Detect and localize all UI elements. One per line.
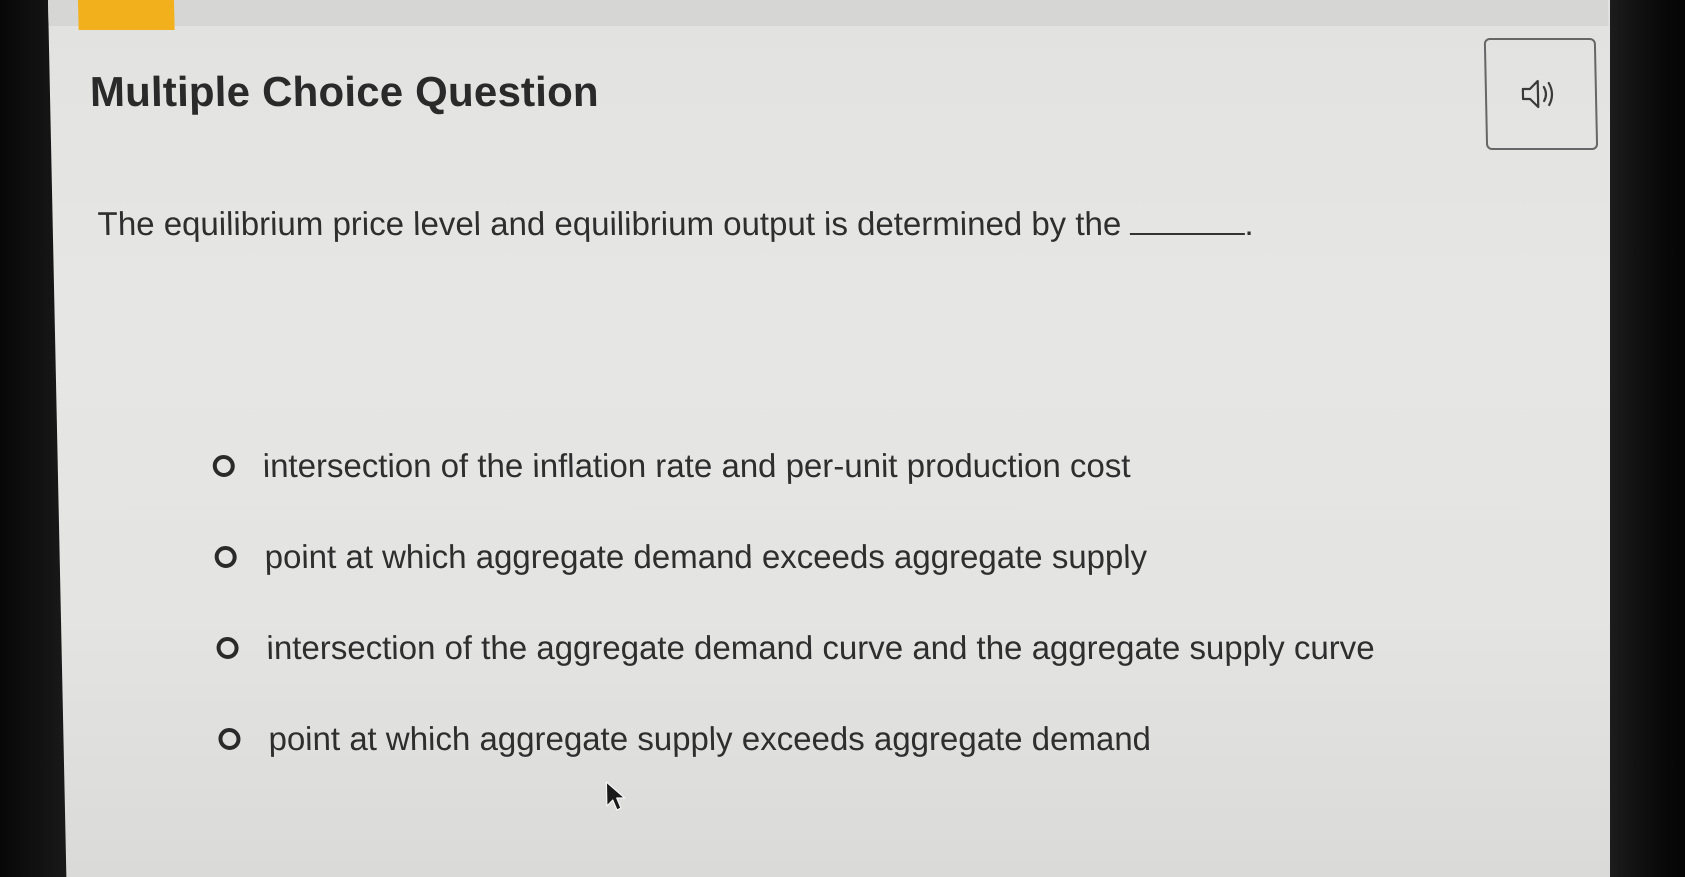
answer-options: intersection of the inflation rate and p…: [212, 420, 1378, 784]
radio-button[interactable]: [214, 545, 237, 568]
radio-button[interactable]: [212, 454, 235, 477]
question-type-heading: Multiple Choice Question: [89, 68, 600, 115]
speaker-icon: [1521, 79, 1554, 109]
answer-blank: [1129, 231, 1245, 235]
monitor-bezel-right: [1610, 0, 1685, 877]
option-label: point at which aggregate demand exceeds …: [264, 537, 1148, 575]
prompt-period: .: [1243, 205, 1254, 242]
option-label: intersection of the inflation rate and p…: [262, 446, 1131, 484]
read-aloud-button[interactable]: [1483, 38, 1599, 150]
option-label: intersection of the aggregate demand cur…: [266, 628, 1376, 666]
question-prompt-text: The equilibrium price level and equilibr…: [97, 205, 1122, 242]
answer-option-2[interactable]: point at which aggregate demand exceeds …: [214, 511, 1374, 602]
radio-button[interactable]: [216, 636, 239, 659]
answer-option-4[interactable]: point at which aggregate supply exceeds …: [218, 693, 1378, 784]
option-label: point at which aggregate supply exceeds …: [268, 719, 1152, 757]
question-panel: Multiple Choice Question The equilibrium…: [48, 0, 1649, 877]
answer-option-1[interactable]: intersection of the inflation rate and p…: [212, 420, 1372, 511]
mouse-pointer-icon: [605, 781, 626, 811]
top-strip: [48, 0, 1609, 26]
question-prompt: The equilibrium price level and equilibr…: [97, 205, 1254, 243]
answer-option-3[interactable]: intersection of the aggregate demand cur…: [216, 602, 1376, 693]
accent-tab: [78, 0, 175, 30]
radio-button[interactable]: [218, 727, 241, 750]
